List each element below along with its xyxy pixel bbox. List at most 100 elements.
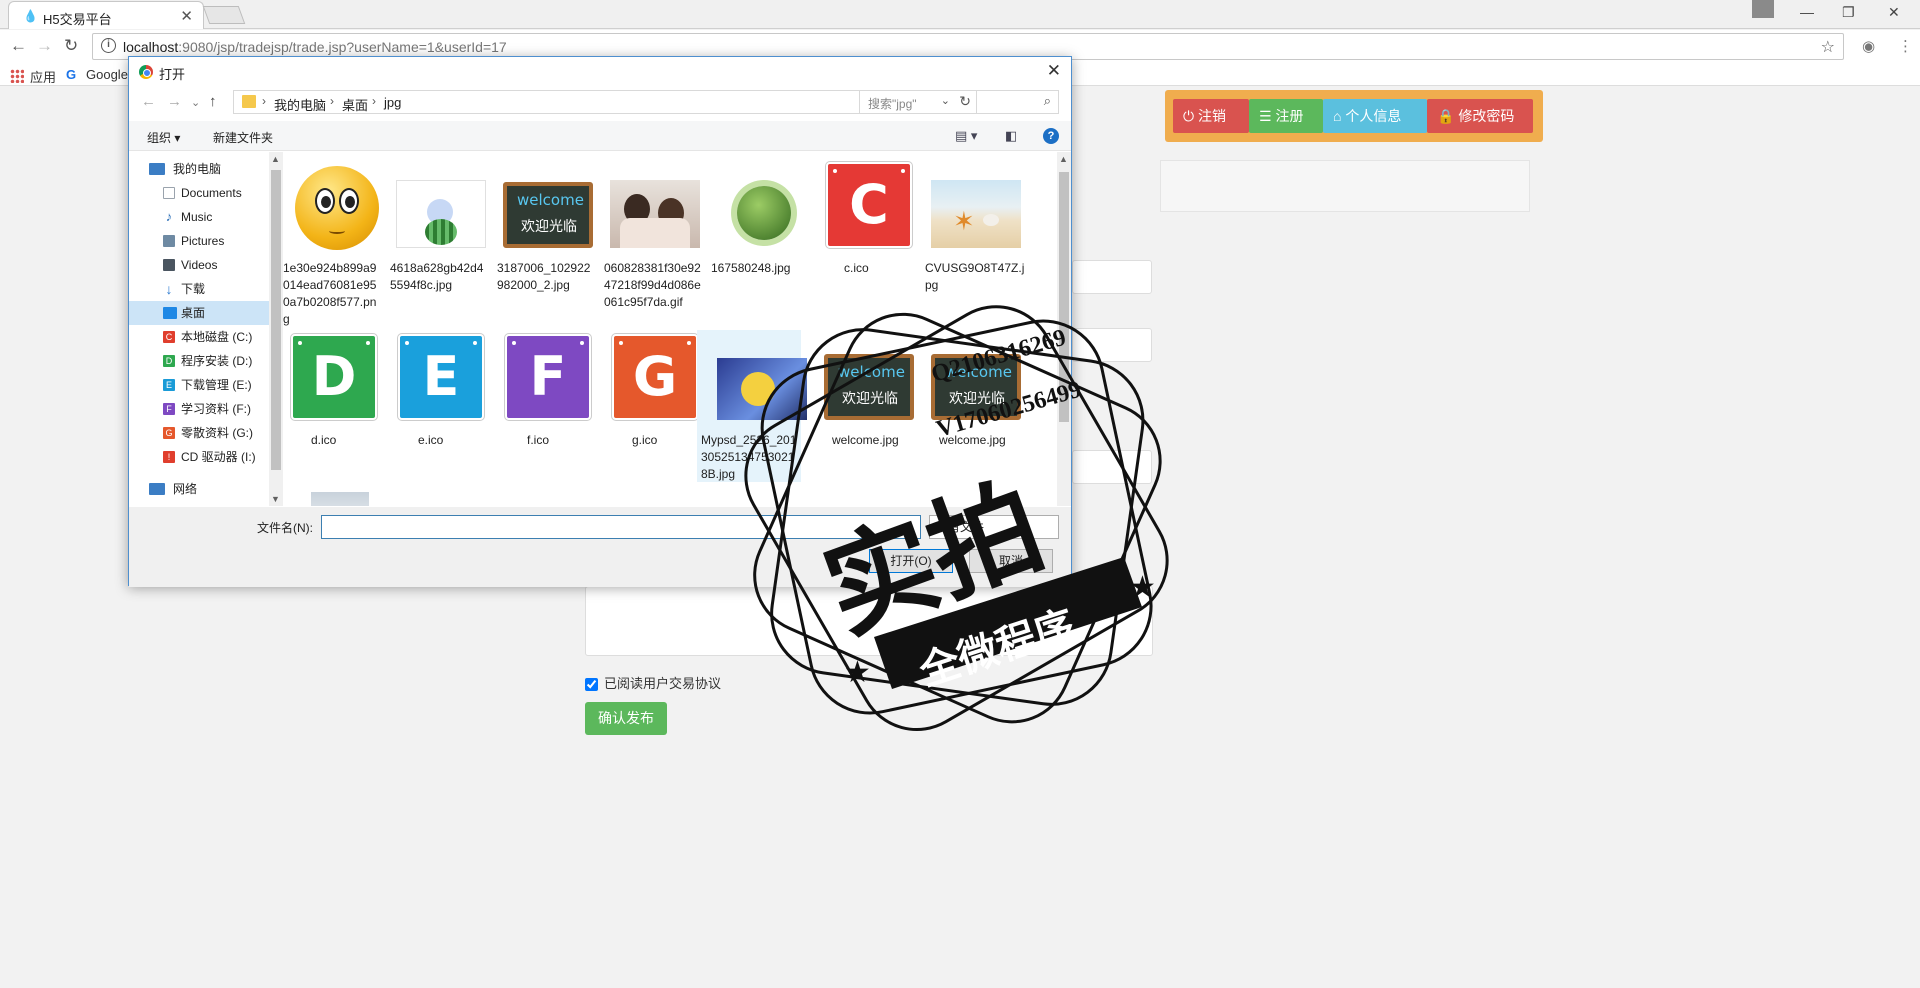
- publish-button[interactable]: 确认发布: [585, 702, 667, 735]
- description-textarea[interactable]: [585, 586, 1153, 656]
- drive-f-icon: F: [163, 403, 175, 415]
- tab-strip: 💧 H5交易平台 ✕ — ❐ ✕: [0, 0, 1920, 29]
- agree-checkbox-row[interactable]: 已阅读用户交易协议: [585, 673, 721, 692]
- nav-music[interactable]: ♪ Music: [129, 205, 274, 229]
- search-icon[interactable]: ⌕: [1044, 93, 1051, 109]
- file-name: 1e30e924b899a9014ead76081e950a7b0208f577…: [283, 261, 377, 326]
- window-close-icon[interactable]: ✕: [1888, 4, 1900, 21]
- dialog-title: 打开: [159, 67, 186, 82]
- register-button[interactable]: ☰ 注册: [1249, 99, 1323, 133]
- drive-c-icon: C: [163, 331, 175, 343]
- dialog-nav-pane: 我的电脑 Documents ♪ Music Pictures Videos ↓…: [129, 152, 274, 506]
- open-button[interactable]: 打开(O): [869, 549, 953, 573]
- star-icon: ★: [844, 656, 871, 689]
- breadcrumb-desktop[interactable]: 桌面: [342, 95, 368, 114]
- file-item[interactable]: D d.ico: [279, 332, 379, 482]
- url-text: localhost:9080/jsp/tradejsp/trade.jsp?us…: [123, 39, 507, 55]
- nav-drive-d[interactable]: D 程序安装 (D:): [129, 349, 274, 373]
- bookmark-star-icon[interactable]: ☆: [1821, 37, 1835, 57]
- minimize-icon[interactable]: —: [1800, 4, 1814, 20]
- nav-desktop[interactable]: 桌面: [129, 301, 274, 325]
- file-item[interactable]: F f.ico: [493, 332, 593, 482]
- file-item[interactable]: E e.ico: [386, 332, 486, 482]
- organize-button[interactable]: 组织 ▾: [147, 129, 180, 146]
- breadcrumb-computer[interactable]: 我的电脑: [274, 95, 326, 114]
- recent-dropdown-icon[interactable]: ⌄: [191, 96, 200, 109]
- file-name: Mypsd_2526_201305251347530218B.jpg: [701, 433, 797, 481]
- file-item[interactable]: welcome 欢迎光临 welcome.jpg: [921, 332, 1021, 482]
- dialog-back-icon[interactable]: ←: [141, 93, 156, 110]
- menu-icon[interactable]: ⋮: [1898, 37, 1913, 55]
- file-item[interactable]: 4618a628gb42d45594f8c.jpg: [386, 160, 486, 325]
- file-item[interactable]: C c.ico: [814, 160, 914, 325]
- user-nav-bar: ⏻ 注销 ☰ 注册 ⌂ 个人信息 🔒 修改密码: [1165, 90, 1543, 142]
- form-input-2[interactable]: [1072, 328, 1152, 362]
- file-name: CVUSG9O8T47Z.jpg: [925, 261, 1025, 292]
- bookmark-apps[interactable]: 应用: [30, 67, 56, 86]
- preview-pane-icon[interactable]: ◧: [1005, 128, 1017, 144]
- nav-downloads[interactable]: ↓ 下载: [129, 277, 274, 301]
- nav-network[interactable]: 网络: [129, 477, 274, 501]
- nav-videos[interactable]: Videos: [129, 253, 274, 277]
- dialog-footer: 文件名(N): 所有文件 打开(O) 取消: [129, 507, 1071, 587]
- new-folder-button[interactable]: 新建文件夹: [213, 129, 273, 146]
- file-item-selected[interactable]: Mypsd_2526_201305251347530218B.jpg: [701, 332, 807, 482]
- file-scrollbar[interactable]: ▲: [1057, 152, 1071, 506]
- file-item[interactable]: [279, 492, 379, 506]
- music-icon: ♪: [165, 209, 173, 224]
- change-password-button[interactable]: 🔒 修改密码: [1427, 99, 1533, 133]
- bookmark-google[interactable]: Google: [86, 67, 128, 82]
- file-item[interactable]: welcome 欢迎光临 3187006_102922982000_2.jpg: [493, 160, 593, 325]
- file-item[interactable]: 060828381f30e9247218f99d4d086e061c95f7da…: [600, 160, 701, 325]
- info-icon[interactable]: i: [101, 38, 116, 53]
- file-item[interactable]: ✶ CVUSG9O8T47Z.jpg: [921, 160, 1024, 325]
- up-folder-icon[interactable]: ↑: [209, 93, 217, 110]
- nav-pictures[interactable]: Pictures: [129, 229, 274, 253]
- nav-drive-f[interactable]: F 学习资料 (F:): [129, 397, 274, 421]
- list-icon: ☰: [1259, 108, 1272, 124]
- apps-grid-icon[interactable]: [10, 69, 24, 83]
- beach-thumbnail: ✶: [931, 160, 1021, 256]
- file-type-select[interactable]: 所有文件: [929, 515, 1059, 539]
- form-input-3[interactable]: [1072, 450, 1152, 484]
- logout-button[interactable]: ⏻ 注销: [1173, 99, 1249, 133]
- file-name: 167580248.jpg: [711, 261, 791, 275]
- form-input-1[interactable]: [1072, 260, 1152, 294]
- nav-documents[interactable]: Documents: [129, 181, 274, 205]
- nav-my-computer[interactable]: 我的电脑: [129, 157, 274, 181]
- filename-input[interactable]: [321, 515, 921, 539]
- folder-icon: [242, 95, 256, 108]
- file-item[interactable]: G g.ico: [600, 332, 700, 482]
- nav-cd-drive[interactable]: ! CD 驱动器 (I:): [129, 445, 274, 469]
- back-icon[interactable]: ←: [10, 36, 27, 56]
- forward-icon[interactable]: →: [36, 36, 53, 56]
- extension-icon[interactable]: ◉: [1862, 37, 1875, 55]
- scroll-up-icon[interactable]: ▲: [1059, 154, 1068, 164]
- file-item[interactable]: 167580248.jpg: [707, 160, 807, 325]
- dialog-search-input[interactable]: 搜索"jpg" ⌕: [859, 90, 1059, 114]
- nav-drive-e[interactable]: E 下载管理 (E:): [129, 373, 274, 397]
- browser-tab[interactable]: 💧 H5交易平台 ✕: [8, 1, 204, 29]
- nav-drive-g[interactable]: G 零散资料 (G:): [129, 421, 274, 445]
- cancel-button[interactable]: 取消: [969, 549, 1053, 573]
- new-tab-button[interactable]: [202, 6, 246, 24]
- filename-label: 文件名(N):: [257, 521, 313, 535]
- profile-icon[interactable]: [1752, 0, 1774, 18]
- agree-checkbox[interactable]: [585, 678, 598, 692]
- chalkboard-thumbnail: welcome 欢迎光临: [824, 332, 914, 428]
- view-options-icon[interactable]: ▤ ▾: [955, 128, 977, 144]
- tab-close-icon[interactable]: ✕: [180, 7, 193, 25]
- profile-button[interactable]: ⌂ 个人信息: [1323, 99, 1427, 133]
- restore-icon[interactable]: ❐: [1842, 4, 1855, 21]
- watermelon-thumbnail: [396, 160, 486, 256]
- reload-icon[interactable]: ↻: [64, 36, 78, 56]
- help-icon[interactable]: ?: [1043, 128, 1059, 144]
- file-item[interactable]: welcome 欢迎光临 welcome.jpg: [814, 332, 914, 482]
- breadcrumb-jpg[interactable]: jpg: [384, 95, 401, 110]
- desktop-icon: [163, 307, 177, 319]
- file-scroll-thumb[interactable]: [1059, 172, 1069, 422]
- file-item[interactable]: 1e30e924b899a9014ead76081e950a7b0208f577…: [279, 160, 379, 326]
- nav-drive-c[interactable]: C 本地磁盘 (C:): [129, 325, 274, 349]
- dialog-close-icon[interactable]: ✕: [1047, 61, 1061, 81]
- dialog-forward-icon[interactable]: →: [167, 93, 182, 110]
